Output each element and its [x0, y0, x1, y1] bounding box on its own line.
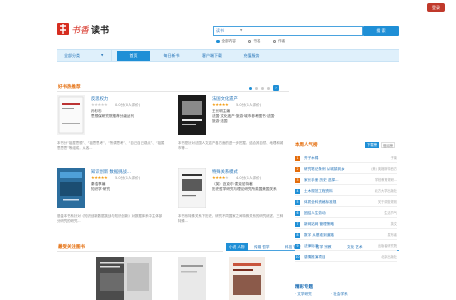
topics-title: 精彩专题 — [295, 285, 313, 290]
star-rating: ★★★★★ — [91, 102, 108, 107]
tab-fiction[interactable]: 小说 人物 — [226, 243, 248, 251]
nav-item-daily-new[interactable]: 每日新书 — [155, 51, 188, 61]
rating-count: 5.0分(1人评价) — [236, 103, 262, 107]
topic-link[interactable]: · 社会学系 — [331, 292, 348, 297]
book-description: 本书是针对法国人文遗产各方面的进一步挖掘，结合其自然、地理和城市等... — [178, 141, 284, 150]
nav-item-client-download[interactable]: 客户端下载 — [193, 51, 231, 61]
login-button[interactable]: 登录 — [427, 3, 445, 12]
list-item[interactable]: 5 体质全科资格标准规 关于调查规则 — [295, 198, 397, 207]
book-cover[interactable] — [57, 168, 85, 208]
book-meta: 孙杉杉 思想保研究院推荐分级丛刊 — [91, 109, 135, 118]
topic-link[interactable]: · 文学研究 — [295, 292, 312, 297]
nav-item-recharge[interactable]: 充值服务 — [235, 51, 268, 61]
book-cover[interactable] — [178, 168, 206, 208]
radio-empty-icon — [272, 39, 277, 44]
site-title: 读书 — [91, 26, 110, 36]
search-button[interactable]: 搜 索 — [363, 26, 399, 36]
book-cover[interactable] — [178, 257, 206, 300]
list-item[interactable]: 4 土木规范工程资料 北方大学出版社 — [295, 187, 397, 196]
rating-count: 5.0分(1人评价) — [115, 176, 141, 180]
pager-dot[interactable] — [255, 86, 258, 90]
chevron-down-icon: ▼ — [101, 53, 104, 57]
book-meta: （英）迈克尔·麦克尼特著 历史哲学研究与理论研究所英国美国关系 — [212, 182, 277, 191]
list-item[interactable]: 2 研究笔记条例 从城镇到乡 (美) 奥格斯特西方 — [295, 165, 397, 174]
site-logo[interactable]: 书香 — [57, 22, 89, 36]
top-bar: 登录 — [0, 0, 456, 16]
tab-borrow-rank[interactable]: 借阅榜 — [381, 142, 395, 148]
book-description: 本书系特殊关系下历史、研究不同国家之间特殊关系的研究综述，三种特殊... — [178, 214, 284, 223]
radio-empty-icon — [247, 39, 252, 44]
rating-count: 4.0分(1人评价) — [236, 176, 262, 180]
list-item[interactable]: 10 感情推演项目 北京出版社 — [295, 253, 397, 262]
search-input[interactable]: 读书 ▼ — [213, 26, 363, 36]
section-divider — [57, 91, 289, 92]
section-title-recommend: 好书热推荐 — [58, 85, 81, 90]
list-item[interactable]: 1 齐子木棉 子莱 — [295, 154, 397, 163]
book-description: 基金本书系针对《知识创新数据挑战与知识创新》对数据体系中主体部分研究的研究... — [57, 214, 163, 223]
book-cover[interactable] — [229, 257, 265, 300]
book-cover[interactable] — [57, 95, 85, 135]
list-item[interactable]: 9 法律标准 出版者研究院 — [295, 242, 397, 251]
nav-item-home[interactable]: 首页 — [117, 51, 150, 61]
chevron-down-icon: ▼ — [240, 28, 243, 32]
pager-dot[interactable] — [249, 86, 252, 90]
search-filter-radios: 全部内容 书名 作者 — [216, 39, 285, 44]
radio-all[interactable]: 全部内容 — [216, 39, 236, 44]
book-cover[interactable] — [124, 257, 152, 300]
star-rating: ★★★★★ — [212, 175, 229, 180]
radio-author[interactable]: 作者 — [272, 39, 285, 44]
ranking-panel: 本周人气榜 下载榜 借阅榜 1 齐子木棉 子莱 2 研究笔记条例 从城镇到乡 (… — [293, 140, 399, 280]
rating-count: 0.0分(0人评价) — [115, 103, 141, 107]
star-rating: ★★★★★ — [212, 102, 229, 107]
section-title-latest: 最受关注图书 — [58, 245, 85, 250]
list-item[interactable]: 8 数字 从基准到道路 发布者 — [295, 231, 397, 240]
list-item[interactable]: 3 家长手册 历史 选择... 学校教育规研... — [295, 176, 397, 185]
tab-download-rank[interactable]: 下载榜 — [365, 142, 379, 148]
section-divider — [57, 251, 223, 252]
radio-selected-icon — [216, 39, 220, 44]
main-nav: 全部分类 ▼ 首页 每日新书 客户端下载 充值服务 — [57, 49, 399, 62]
star-rating: ★★★★★ — [91, 175, 108, 180]
list-item[interactable]: 6 团结人生劳动 生活节气 — [295, 209, 397, 218]
book-cover[interactable] — [178, 95, 206, 135]
radio-title[interactable]: 书名 — [247, 39, 261, 44]
book-meta: 秦浩享编 知识学·研究 — [91, 182, 111, 191]
search-scope-select[interactable]: 读书 — [216, 28, 224, 34]
all-categories-dropdown[interactable]: 全部分类 — [57, 50, 112, 61]
book-meta: 王长明主编 法国·文化遗产·旅游·城市参考图书·法国· 旅游·法国 — [212, 109, 276, 123]
book-description: 本书分“祖屋思想”、“祖思思考”、“所谓思考”、“自己自己观点”、“祖属思思思”… — [57, 141, 165, 150]
tab-media[interactable]: 传媒 哲学 — [254, 243, 270, 251]
pager-dot[interactable] — [267, 86, 270, 90]
ranking-title: 本周人气榜 — [295, 143, 318, 148]
list-item[interactable]: 7 新网站网 管理策略 英文 — [295, 220, 397, 229]
svg-text:书香: 书香 — [71, 25, 89, 36]
pager-dot[interactable] — [261, 86, 264, 90]
